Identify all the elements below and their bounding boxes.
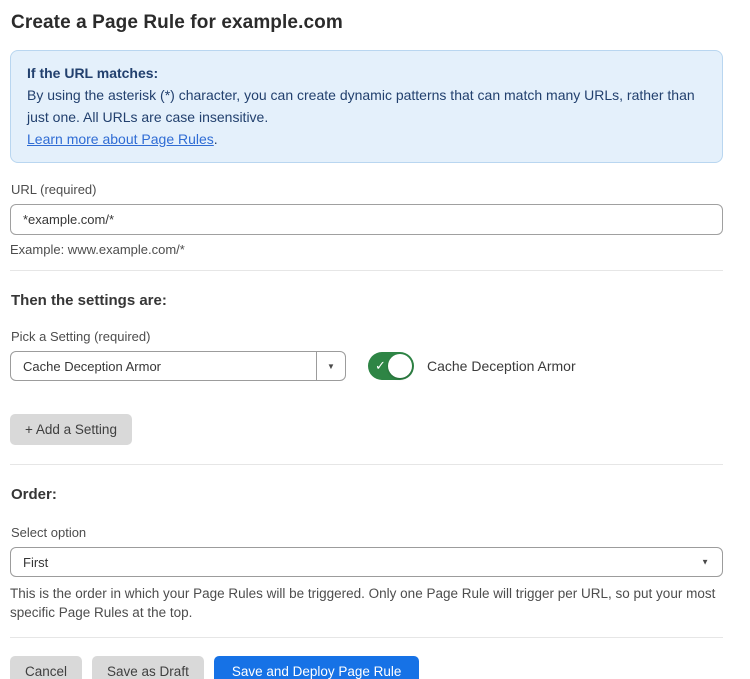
info-box-body: By using the asterisk (*) character, you… (27, 84, 706, 128)
cancel-button[interactable]: Cancel (10, 656, 82, 679)
info-box-link-line: Learn more about Page Rules. (27, 128, 706, 150)
info-box-heading: If the URL matches: (27, 62, 706, 84)
order-helper-text: This is the order in which your Page Rul… (10, 584, 723, 622)
check-icon: ✓ (375, 358, 386, 374)
save-as-draft-button[interactable]: Save as Draft (92, 656, 204, 679)
setting-row: Cache Deception Armor ▼ ✓ Cache Deceptio… (10, 351, 723, 381)
order-select-value: First (23, 555, 48, 570)
setting-select-value: Cache Deception Armor (11, 352, 316, 380)
chevron-down-icon: ▼ (701, 558, 709, 567)
setting-toggle[interactable]: ✓ (368, 352, 414, 380)
order-select-label: Select option (11, 525, 723, 540)
url-field-label: URL (required) (11, 182, 723, 197)
link-suffix: . (214, 131, 218, 147)
url-matches-info-box: If the URL matches: By using the asteris… (10, 50, 723, 163)
url-example-helper: Example: www.example.com/* (10, 242, 723, 257)
learn-more-link[interactable]: Learn more about Page Rules (27, 131, 214, 147)
setting-select[interactable]: Cache Deception Armor ▼ (10, 351, 346, 381)
divider (10, 637, 723, 638)
toggle-label: Cache Deception Armor (427, 358, 576, 374)
pick-setting-label: Pick a Setting (required) (11, 329, 723, 344)
toggle-knob (388, 354, 412, 378)
order-select[interactable]: First ▼ (10, 547, 723, 577)
chevron-down-icon[interactable]: ▼ (316, 352, 345, 380)
divider (10, 464, 723, 465)
page-title: Create a Page Rule for example.com (11, 12, 723, 34)
url-input[interactable] (10, 204, 723, 235)
settings-section-heading: Then the settings are: (11, 292, 723, 309)
save-and-deploy-button[interactable]: Save and Deploy Page Rule (214, 656, 420, 679)
divider (10, 270, 723, 271)
add-setting-button[interactable]: + Add a Setting (10, 414, 132, 445)
footer-actions: Cancel Save as Draft Save and Deploy Pag… (10, 656, 723, 679)
create-page-rule-panel: Create a Page Rule for example.com If th… (0, 0, 750, 679)
order-section-heading: Order: (11, 486, 723, 503)
